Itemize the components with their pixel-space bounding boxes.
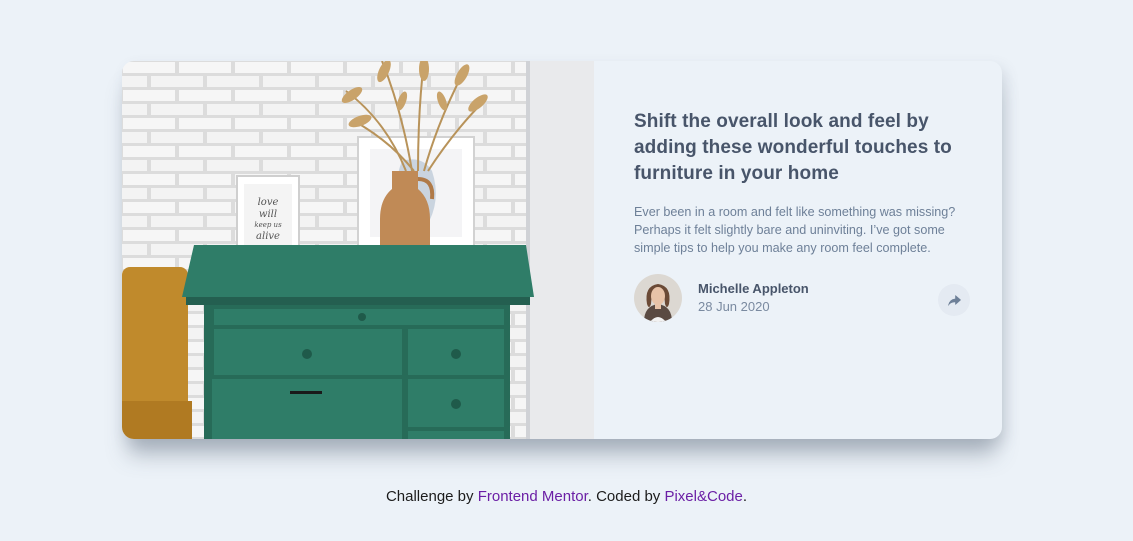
- pixel-and-code-link[interactable]: Pixel&Code: [664, 488, 742, 505]
- attribution-suffix: .: [742, 488, 748, 505]
- author-name: Michelle Appleton: [698, 281, 809, 296]
- post-date: 28 Jun 2020: [698, 299, 770, 314]
- article-description: Ever been in a room and felt like someth…: [634, 205, 956, 255]
- article-card: love will keep us alive Shift the overal…: [122, 61, 1002, 439]
- attribution: Challenge by Frontend Mentor. Coded by P…: [0, 488, 1133, 505]
- author-meta: Michelle Appleton 28 Jun 2020: [698, 280, 809, 316]
- svg-text:keep us: keep us: [254, 221, 282, 229]
- article-photo: love will keep us alive: [122, 61, 594, 439]
- avatar: [634, 274, 682, 322]
- svg-text:alive: alive: [256, 231, 280, 242]
- svg-text:love: love: [258, 197, 279, 208]
- article-content: Shift the overall look and feel by addin…: [594, 61, 1002, 439]
- author-section: Michelle Appleton 28 Jun 2020: [634, 274, 970, 322]
- attribution-prefix: Challenge by: [385, 488, 478, 505]
- share-icon: [947, 294, 961, 306]
- attribution-middle: . Coded by: [587, 488, 665, 505]
- svg-text:will: will: [259, 209, 277, 220]
- frontend-mentor-link[interactable]: Frontend Mentor: [478, 488, 588, 505]
- share-button[interactable]: [938, 284, 970, 316]
- article-title: Shift the overall look and feel by addin…: [634, 111, 952, 184]
